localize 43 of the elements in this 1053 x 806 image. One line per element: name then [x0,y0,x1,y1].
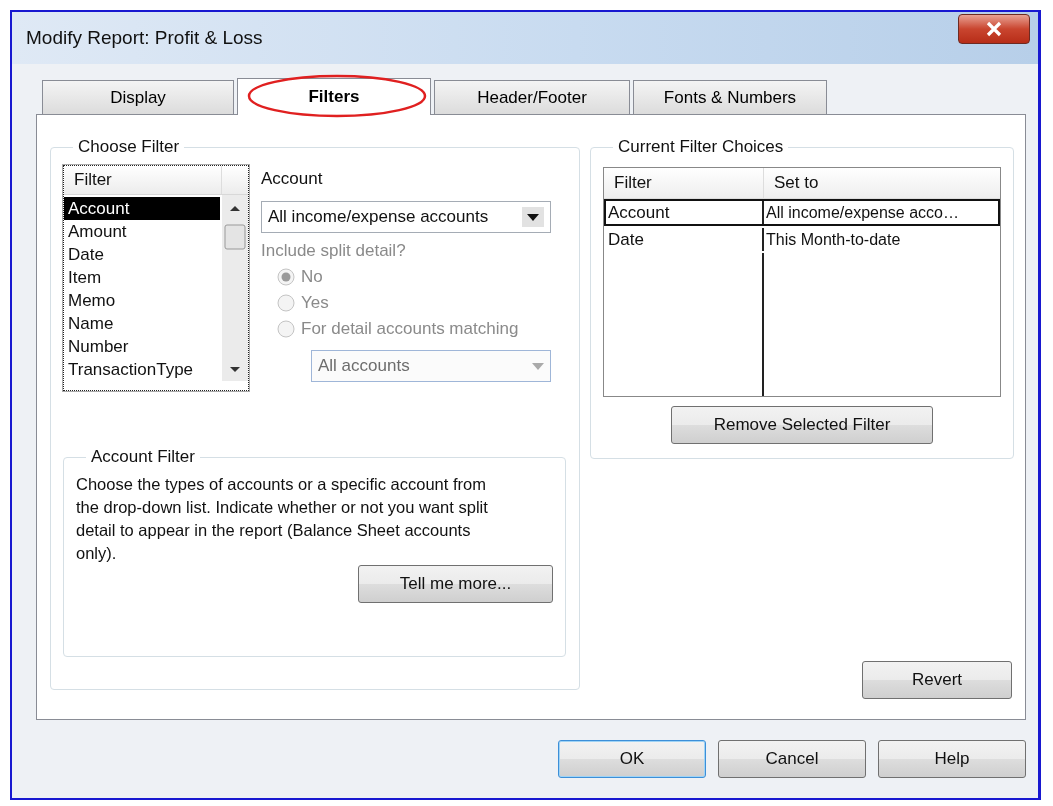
dialog-button[interactable]: Cancel [718,740,866,778]
table-cell: Date [606,228,764,251]
dialog-button[interactable]: Help [878,740,1026,778]
column-header: Filter [604,168,764,198]
list-item[interactable]: Number [64,335,220,358]
tab[interactable]: Fonts & Numbers [633,80,827,114]
table-cell: Account [606,201,764,224]
table-cell-text: This Month-to-date [765,230,901,250]
filter-list[interactable]: Filter Account Amount Date Item Memo Name Number TransactionType [63,165,249,391]
radio-label: For detail accounts matching [301,318,519,339]
list-item[interactable]: Name [64,312,220,335]
radio-label: No [301,266,323,287]
group-title: Account Filter [90,447,196,467]
table-row[interactable]: Date This Month-to-date [604,226,1000,253]
tab[interactable]: Header/Footer [434,80,630,114]
column-header: Filter [64,166,222,194]
group-title: Current Filter Choices [617,137,785,157]
list-item[interactable]: Item [64,266,220,289]
column-header: Set to [773,172,819,194]
dialog-button[interactable]: OK [558,740,706,778]
dropdown-arrow-icon [527,213,539,221]
scrollbar[interactable] [222,195,248,381]
list-item[interactable]: Amount [64,220,220,243]
table-cell-text: All income/expense acco… [765,203,959,223]
tab[interactable]: Display [42,80,234,114]
revert-button[interactable]: Revert [862,661,1012,699]
close-icon [985,21,1003,37]
tab[interactable]: Filters [237,78,431,115]
list-item[interactable]: Memo [64,289,220,312]
list-item[interactable]: TransactionType [64,358,220,381]
table-row[interactable]: Account All income/expense acco… [604,199,1000,226]
radio-label: Yes [301,292,329,313]
remove-filter-button[interactable]: Remove Selected Filter [671,406,933,444]
close-button[interactable] [958,14,1030,44]
field-label: Include split detail? [261,241,406,261]
tell-me-more-button[interactable]: Tell me more... [358,565,553,603]
list-item[interactable]: Account [64,197,220,220]
dropdown-arrow-icon [532,362,544,370]
window-title: Modify Report: Profit & Loss [26,27,263,49]
field-label: Account [261,169,323,189]
list-item[interactable]: Date [64,243,220,266]
group-title: Choose Filter [77,137,181,157]
help-text: Choose the types of accounts or a specific account from the drop-down list. Indicate whether or not you want split detail to appear in the report (Balance Sheet accounts only). [76,474,489,564]
